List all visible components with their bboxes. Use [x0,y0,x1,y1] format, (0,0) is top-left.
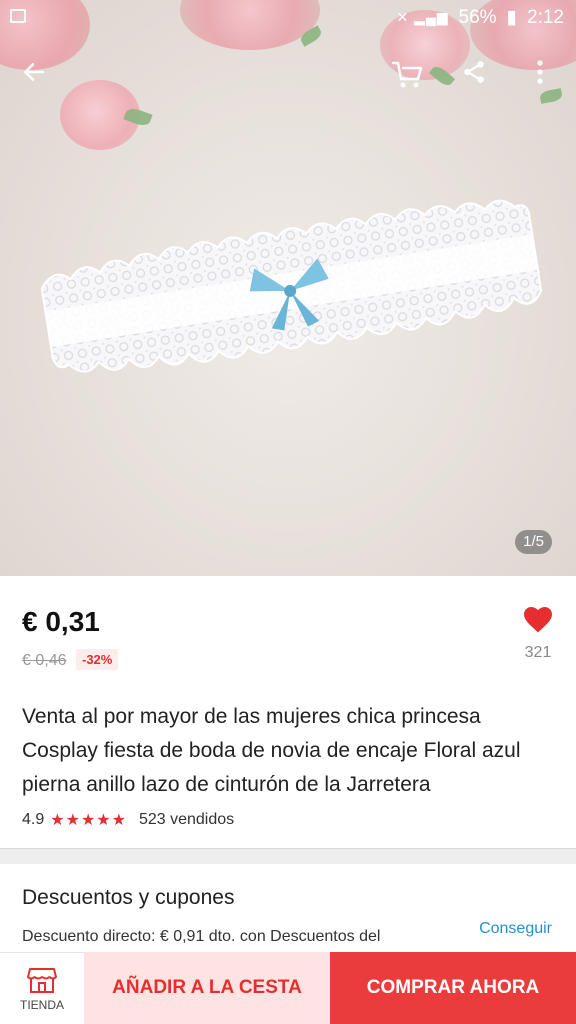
get-coupon-link[interactable]: Conseguir [479,920,552,938]
section-divider [0,848,576,864]
wishlist-button[interactable] [522,604,554,634]
store-label: TIENDA [19,997,64,1012]
heart-icon [524,607,552,633]
store-button[interactable]: TIENDA [0,952,84,1024]
clock: 2:12 [527,6,564,28]
lace-garter-picture [40,199,543,373]
rating-value: 4.9 [22,811,45,828]
cart-icon [391,61,423,88]
back-button[interactable] [10,48,58,96]
battery-level: 56% [458,6,497,28]
add-to-cart-button[interactable]: AÑADIR A LA CESTA [84,952,330,1024]
wishlist-count: 321 [524,644,552,661]
bottom-action-bar: TIENDA AÑADIR A LA CESTA COMPRAR AHORA [0,952,576,1024]
coupons-title: Descuentos y cupones [22,886,235,909]
original-price: € 0,46 [22,652,67,669]
share-icon [464,61,484,83]
cart-button[interactable] [384,50,432,98]
product-title: Venta al por mayor de las mujeres chica … [22,705,521,796]
rating-stars: ★★★★★ [50,812,127,829]
current-price: € 0,31 [22,606,100,637]
buy-now-button[interactable]: COMPRAR AHORA [330,952,576,1024]
discount-badge: -32% [76,649,119,670]
sold-count: 523 vendidos [138,811,235,828]
battery-icon: ▮ [506,7,518,28]
store-icon [27,967,57,993]
rating-row[interactable]: 4.9 ★★★★★ 523 vendidos [22,810,234,830]
coupons-description: Descuento directo: € 0,91 dto. con Descu… [22,928,381,945]
share-button[interactable] [450,48,498,96]
status-bar: ✕ ▂▄▆ 56% ▮ 2:12 [0,0,576,36]
gallery-notification-icon [10,9,26,23]
more-vertical-icon [537,60,543,84]
more-options-button[interactable] [516,48,564,96]
arrow-left-icon [24,63,44,81]
image-counter: 1/5 [515,530,552,554]
signal-icon: ✕ ▂▄▆ [396,9,449,25]
